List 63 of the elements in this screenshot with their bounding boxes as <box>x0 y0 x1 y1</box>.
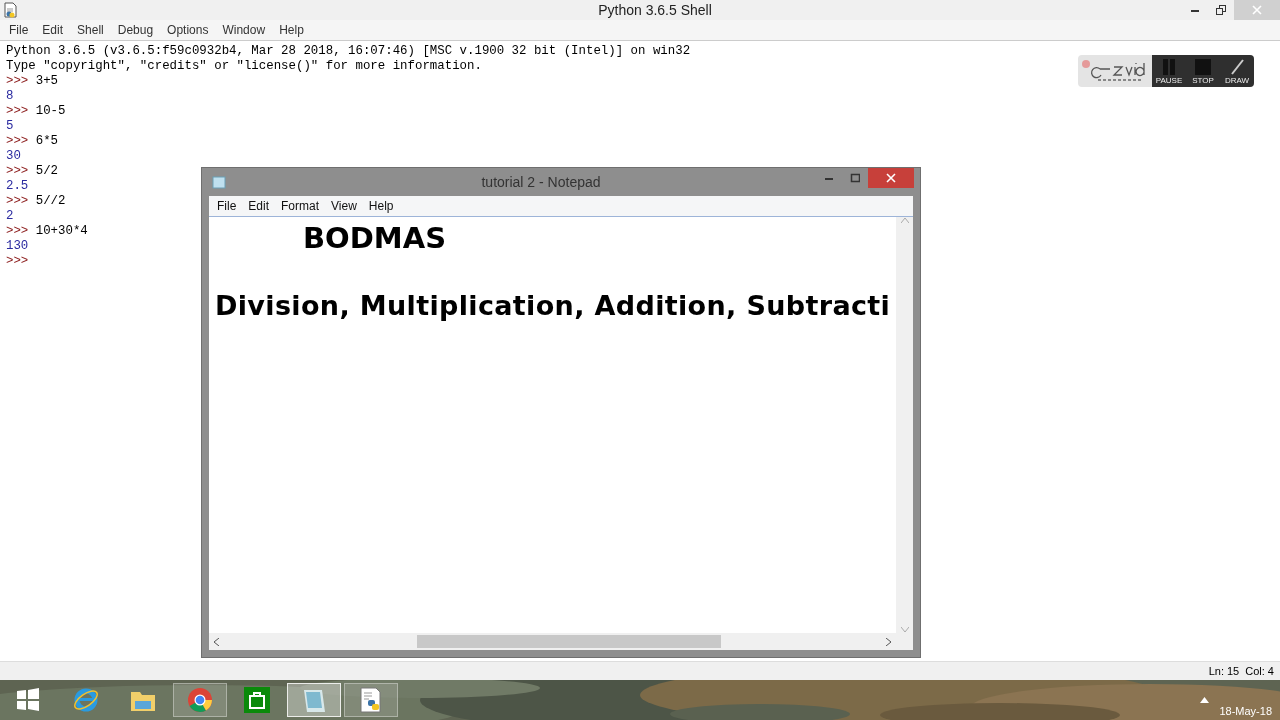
recorder-button[interactable]: DRAW <box>1220 55 1254 87</box>
maximize-icon <box>850 173 860 183</box>
recorder-button[interactable]: PAUSE <box>1152 55 1186 87</box>
line-number: Ln: 15 <box>1208 665 1240 677</box>
menu-item[interactable]: File <box>2 23 36 37</box>
document-heading: BODMAS <box>303 220 448 257</box>
prompt: >>> <box>6 194 29 208</box>
input-text: 10+30*4 <box>35 224 88 238</box>
notepad-icon <box>301 687 327 713</box>
e-browser-icon <box>73 687 99 713</box>
output-text: 8 <box>6 89 14 103</box>
python-file-icon <box>358 687 384 713</box>
menu-item[interactable]: Options <box>160 23 216 37</box>
menu-item[interactable]: Help <box>272 23 311 37</box>
menu-item[interactable]: Format <box>275 199 326 213</box>
notepad-icon <box>212 175 226 189</box>
input-text: 10-5 <box>35 104 66 118</box>
menu-item[interactable]: View <box>325 199 363 213</box>
menu-item[interactable]: Window <box>215 23 273 37</box>
menu-item[interactable]: File <box>211 199 243 213</box>
scroll-thumb[interactable] <box>417 635 721 648</box>
prompt: >>> <box>6 74 29 88</box>
menu-item[interactable]: Debug <box>110 23 161 37</box>
python-file-icon <box>2 2 18 18</box>
window-title: tutorial 2 - Notepad <box>480 174 602 190</box>
output-text: 30 <box>6 149 21 163</box>
document-text: Division, Multiplication, Addition, Subtracti <box>215 289 890 323</box>
pen-icon <box>1229 59 1245 75</box>
output-text: 2.5 <box>6 179 29 193</box>
input-text: 5/2 <box>35 164 59 178</box>
prompt: >>> <box>6 104 29 118</box>
taskbar-button[interactable] <box>173 683 227 717</box>
prompt: >>> <box>6 164 29 178</box>
menu-item[interactable]: Help <box>362 199 400 213</box>
window-title: Python 3.6.5 Shell <box>597 2 713 18</box>
chrome-circle-icon <box>187 687 213 713</box>
output-text: 5 <box>6 119 14 133</box>
output-text: 130 <box>6 239 29 253</box>
input-text: 5//2 <box>35 194 66 208</box>
input-text: 6*5 <box>35 134 59 148</box>
close-button[interactable] <box>868 168 914 188</box>
caret-up-icon <box>1200 697 1210 703</box>
output-text: 2 <box>6 209 14 223</box>
taskbar-button[interactable] <box>344 683 398 717</box>
prompt: >>> <box>6 224 29 238</box>
close-icon <box>886 173 896 183</box>
close-icon <box>1252 5 1262 15</box>
menu-item[interactable]: Edit <box>35 23 71 37</box>
windows-logo-icon <box>16 687 42 713</box>
pause-icon <box>1162 59 1176 75</box>
menu-item[interactable]: Shell <box>70 23 111 37</box>
date-text: 18-May-18 <box>1219 705 1272 717</box>
recorder-button[interactable]: STOP <box>1186 55 1220 87</box>
prompt: >>> <box>6 254 29 268</box>
menu-item[interactable]: Edit <box>242 199 276 213</box>
prompt: >>> <box>6 134 29 148</box>
store-bag-icon <box>244 687 270 713</box>
column-number: Col: 4 <box>1245 665 1274 677</box>
banner-line: Type "copyright", "credits" or "license()" for more information. <box>6 59 482 74</box>
banner-line: Python 3.6.5 (v3.6.5:f59c0932b4, Mar 28 2018, 16:07:46) [MSC v.1900 32 bit (Intel)] on win32 <box>6 44 691 59</box>
restore-icon <box>1216 5 1226 15</box>
stop-icon <box>1195 59 1211 75</box>
input-text: 3+5 <box>35 74 59 88</box>
